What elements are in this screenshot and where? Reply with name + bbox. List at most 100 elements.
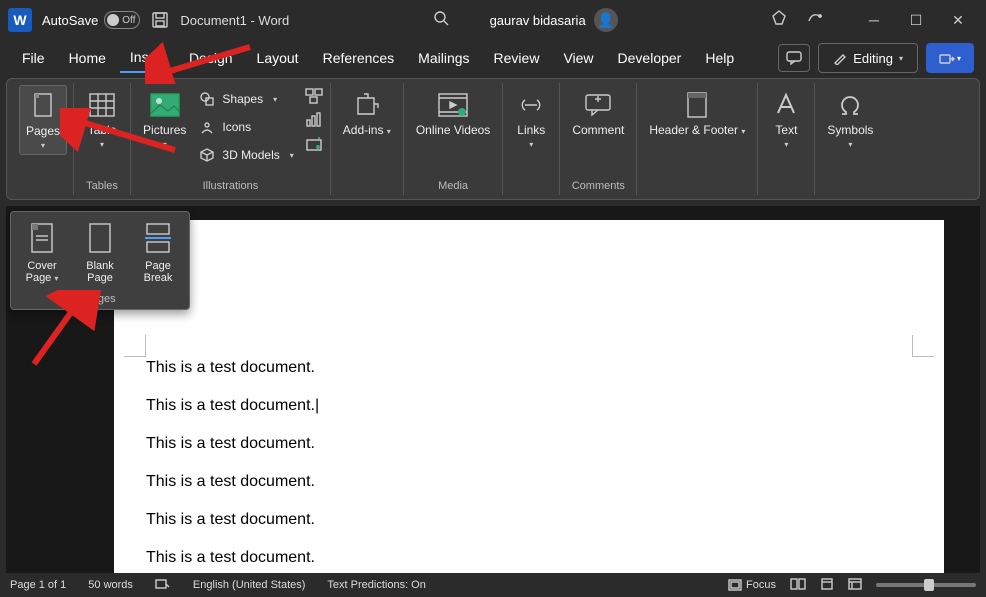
focus-button[interactable]: Focus: [728, 579, 776, 591]
avatar: 👤: [594, 8, 618, 32]
blank-page-button[interactable]: Blank Page: [73, 218, 127, 289]
online-videos-button[interactable]: Online Videos: [410, 85, 497, 141]
close-button[interactable]: ✕: [938, 5, 978, 35]
zoom-slider-knob[interactable]: [924, 579, 934, 591]
copilot-icon[interactable]: [806, 9, 824, 32]
paragraph[interactable]: This is a test document.: [146, 548, 319, 568]
icons-icon: [198, 118, 216, 136]
links-button[interactable]: Links ▾: [509, 85, 553, 153]
screenshot-button[interactable]: [304, 133, 324, 155]
header-footer-label: Header & Footer ▾: [649, 124, 745, 138]
autosave-label: AutoSave: [42, 13, 98, 28]
document-content[interactable]: This is a test document. This is a test d…: [146, 358, 319, 573]
margin-corner-icon: [912, 335, 934, 357]
tab-view[interactable]: View: [553, 44, 603, 72]
paragraph[interactable]: This is a test document.: [146, 396, 319, 416]
quick-access: [770, 9, 824, 32]
group-comments: Comment Comments: [560, 83, 637, 195]
toggle-knob: [107, 14, 119, 26]
text-icon: [770, 89, 802, 121]
save-icon[interactable]: [150, 10, 170, 30]
page-break-button[interactable]: Page Break: [131, 218, 185, 289]
illustrations-group-label: Illustrations: [203, 180, 259, 195]
comment-button[interactable]: Comment: [566, 85, 630, 141]
header-footer-icon: [681, 89, 713, 121]
search-icon[interactable]: [432, 9, 450, 32]
3dmodels-button[interactable]: 3D Models▾: [194, 141, 297, 169]
margin-corner-icon: [124, 335, 146, 357]
group-addins: Add-ins ▾: [331, 83, 404, 195]
chart-button[interactable]: [304, 109, 324, 131]
document-name[interactable]: Document1 - Word: [180, 13, 289, 28]
window-controls: ─ ☐ ✕: [854, 5, 978, 35]
media-group-label: Media: [438, 180, 468, 195]
shapes-button[interactable]: Shapes▾: [194, 85, 297, 113]
minimize-button[interactable]: ─: [854, 5, 894, 35]
tab-file[interactable]: File: [12, 44, 55, 72]
tab-review[interactable]: Review: [484, 44, 550, 72]
icons-label: Icons: [222, 120, 251, 134]
shapes-icon: [198, 90, 216, 108]
addins-button[interactable]: Add-ins ▾: [337, 85, 397, 142]
document-page[interactable]: This is a test document. This is a test d…: [114, 220, 944, 573]
blank-page-label: Blank Page: [77, 260, 123, 284]
status-bar: Page 1 of 1 50 words English (United Sta…: [0, 573, 986, 597]
tab-layout[interactable]: Layout: [247, 44, 309, 72]
print-layout-icon[interactable]: [820, 578, 834, 593]
status-language[interactable]: English (United States): [193, 579, 306, 591]
title-center: gaurav bidasaria 👤: [299, 8, 750, 32]
paragraph[interactable]: This is a test document.: [146, 434, 319, 454]
group-links: Links ▾: [503, 83, 560, 195]
user-area[interactable]: gaurav bidasaria 👤: [490, 8, 618, 32]
cover-page-label: Cover Page ▾: [19, 260, 65, 285]
tab-developer[interactable]: Developer: [608, 44, 692, 72]
text-label: Text: [775, 124, 797, 137]
paragraph[interactable]: This is a test document.: [146, 358, 319, 378]
status-words[interactable]: 50 words: [88, 579, 133, 591]
autosave-control[interactable]: AutoSave Off: [42, 11, 140, 29]
autosave-toggle[interactable]: Off: [104, 11, 140, 29]
smartart-button[interactable]: [304, 85, 324, 107]
tab-home[interactable]: Home: [59, 44, 116, 72]
comments-pane-button[interactable]: [778, 44, 810, 72]
pages-label: Pages: [26, 125, 60, 138]
comment-icon: [582, 89, 614, 121]
zoom-slider[interactable]: [876, 583, 976, 587]
group-symbols: Symbols ▾: [815, 83, 885, 195]
web-layout-icon[interactable]: [848, 578, 862, 593]
link-icon: [515, 89, 547, 121]
page-break-label: Page Break: [135, 260, 181, 284]
tab-mailings[interactable]: Mailings: [408, 44, 479, 72]
icons-button[interactable]: Icons: [194, 113, 297, 141]
cover-page-button[interactable]: Cover Page ▾: [15, 218, 69, 289]
comment-label: Comment: [572, 124, 624, 137]
paragraph[interactable]: This is a test document.: [146, 510, 319, 530]
read-mode-icon[interactable]: [790, 578, 806, 593]
status-page[interactable]: Page 1 of 1: [10, 579, 66, 591]
spellcheck-icon[interactable]: [155, 577, 171, 594]
maximize-button[interactable]: ☐: [896, 5, 936, 35]
chevron-down-icon: ▾: [41, 141, 45, 150]
video-icon: [437, 89, 469, 121]
tab-references[interactable]: References: [313, 44, 405, 72]
links-label: Links: [517, 124, 545, 137]
tables-group-label: Tables: [86, 180, 118, 195]
tabs-right: Editing ▾ ▾: [778, 43, 974, 73]
title-bar: W AutoSave Off Document1 - Word gaurav b…: [0, 0, 986, 40]
symbols-button[interactable]: Symbols ▾: [821, 85, 879, 153]
editing-mode-button[interactable]: Editing ▾: [818, 43, 918, 73]
user-name: gaurav bidasaria: [490, 13, 586, 28]
omega-icon: [834, 89, 866, 121]
annotation-arrow: [145, 42, 255, 84]
text-button[interactable]: Text ▾: [764, 85, 808, 153]
share-button[interactable]: ▾: [926, 43, 974, 73]
tab-help[interactable]: Help: [695, 44, 744, 72]
premium-icon[interactable]: [770, 9, 788, 32]
group-headerfooter: Header & Footer ▾: [637, 83, 758, 195]
comments-group-label: Comments: [572, 180, 625, 195]
group-text: Text ▾: [758, 83, 815, 195]
header-footer-button[interactable]: Header & Footer ▾: [643, 85, 751, 142]
paragraph[interactable]: This is a test document.: [146, 472, 319, 492]
status-predictions[interactable]: Text Predictions: On: [327, 579, 425, 591]
video-label: Online Videos: [416, 124, 491, 137]
